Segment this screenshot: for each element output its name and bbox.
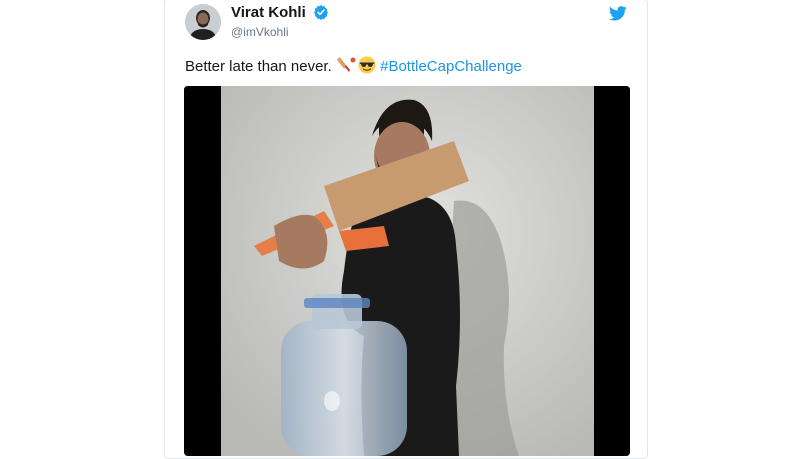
hashtag-link[interactable]: #BottleCapChallenge bbox=[380, 58, 522, 75]
tweet-body-text: Better late than never. bbox=[185, 58, 332, 75]
cricket-bat-emoji bbox=[337, 57, 356, 72]
twitter-bird-icon[interactable] bbox=[609, 6, 627, 21]
user-handle[interactable]: @imVkohli bbox=[231, 25, 289, 39]
video-frame bbox=[184, 86, 630, 456]
display-name-text[interactable]: Virat Kohli bbox=[231, 4, 306, 21]
tweet-card: Virat Kohli @imVkohli Better late than n… bbox=[164, 0, 648, 459]
tweet-text: Better late than never. #BottleCapChalle… bbox=[185, 56, 522, 77]
sunglasses-emoji bbox=[358, 56, 376, 74]
avatar[interactable] bbox=[185, 4, 221, 40]
display-name[interactable]: Virat Kohli bbox=[231, 4, 329, 22]
verified-badge-icon bbox=[313, 5, 328, 20]
tweet-video[interactable] bbox=[184, 86, 630, 456]
